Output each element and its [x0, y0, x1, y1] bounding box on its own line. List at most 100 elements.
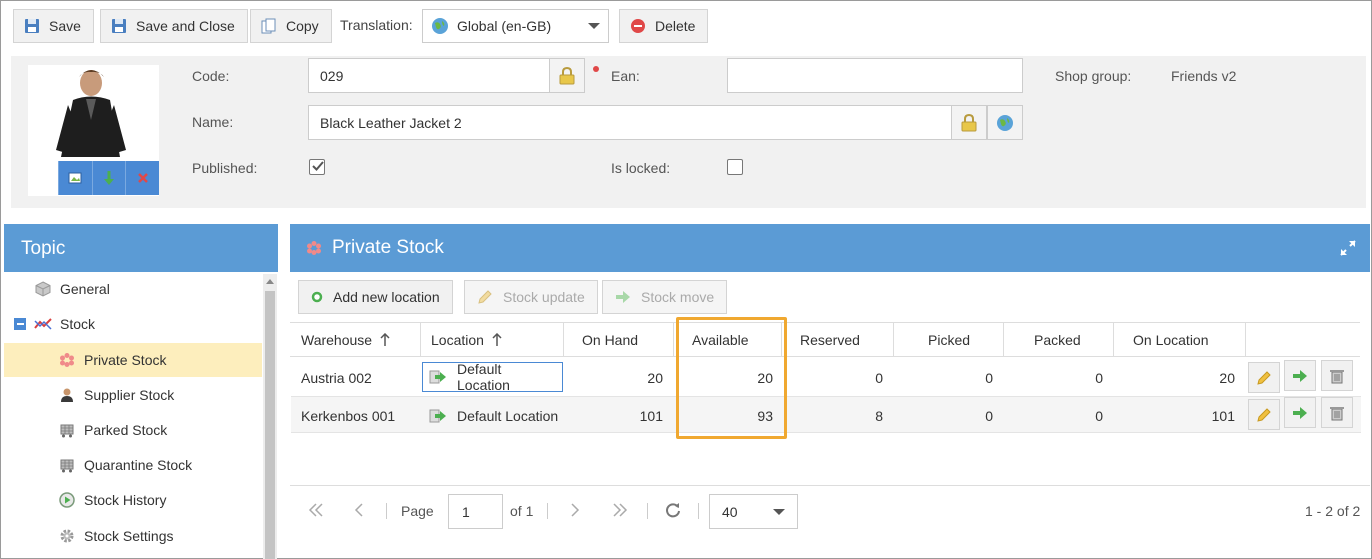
column-header-on-hand[interactable]: On Hand	[564, 322, 674, 357]
name-label: Name:	[192, 114, 234, 130]
pencil-icon	[1256, 370, 1272, 386]
topic-item-label: Stock	[60, 316, 96, 332]
cart-icon	[58, 422, 76, 438]
delete-row-button[interactable]	[1321, 360, 1353, 391]
stock-update-label: Stock update	[503, 289, 585, 305]
prev-page-icon[interactable]	[353, 502, 365, 518]
checkmark-icon	[311, 159, 325, 173]
copy-icon	[261, 18, 277, 34]
column-header-reserved[interactable]: Reserved	[782, 322, 894, 357]
stock-move-button[interactable]: Stock move	[602, 280, 728, 314]
sort-arrow-icon	[380, 332, 390, 347]
arrow-right-icon	[1292, 406, 1308, 420]
cell-packed: 0	[1095, 369, 1103, 386]
page-number-input[interactable]: 1	[448, 494, 503, 529]
topic-item-parked-stock[interactable]: Parked Stock	[4, 413, 262, 447]
topic-item-private-stock[interactable]: Private Stock	[4, 343, 262, 377]
name-translate-button[interactable]	[987, 105, 1023, 140]
column-header-packed[interactable]: Packed	[1004, 322, 1114, 357]
move-row-button[interactable]	[1284, 397, 1316, 428]
topic-item-label: Quarantine Stock	[84, 457, 193, 473]
column-header-picked[interactable]: Picked	[894, 322, 1004, 357]
move-row-button[interactable]	[1284, 360, 1316, 391]
name-input[interactable]: Black Leather Jacket 2	[308, 105, 953, 140]
refresh-icon[interactable]	[664, 501, 682, 519]
topic-item-stock-history[interactable]: Stock History	[4, 483, 262, 517]
collapse-icon[interactable]	[14, 318, 26, 330]
topic-scrollbar[interactable]	[263, 274, 277, 559]
topic-item-stock[interactable]: Stock	[4, 307, 262, 341]
copy-button[interactable]: Copy	[250, 9, 332, 43]
code-lock-button[interactable]	[549, 58, 585, 93]
edit-row-button[interactable]	[1248, 362, 1280, 393]
first-page-icon[interactable]	[308, 502, 324, 518]
topic-item-supplier-stock[interactable]: Supplier Stock	[4, 378, 262, 412]
download-image-button[interactable]	[91, 161, 126, 195]
globe-icon	[996, 114, 1014, 132]
divider	[386, 503, 387, 519]
trash-icon	[1329, 368, 1345, 384]
cell-warehouse: Kerkenbos 001	[301, 407, 396, 424]
column-header-on-location[interactable]: On Location	[1114, 322, 1246, 357]
divider	[647, 503, 648, 519]
name-lock-button[interactable]	[951, 105, 987, 140]
topic-item-stock-settings[interactable]: Stock Settings	[4, 519, 262, 553]
cell-picked: 0	[985, 369, 993, 386]
sort-arrow-icon	[492, 332, 502, 347]
page-size-select[interactable]: 40	[709, 494, 798, 529]
cell-on-location: 101	[1211, 407, 1235, 424]
page-size-value: 40	[722, 503, 738, 520]
pencil-icon	[1256, 407, 1272, 423]
cell-packed: 0	[1095, 407, 1103, 424]
ean-label: Ean:	[611, 68, 640, 84]
location-move-icon	[429, 370, 447, 384]
cell-reserved: 8	[875, 407, 883, 424]
scrollbar-thumb[interactable]	[265, 291, 275, 559]
remove-image-button[interactable]	[125, 161, 160, 195]
save-button[interactable]: Save	[13, 9, 94, 43]
cell-on-location: 20	[1219, 369, 1235, 386]
gear-icon	[58, 528, 76, 544]
topic-item-label: Stock Settings	[84, 528, 174, 544]
lock-icon	[961, 113, 977, 132]
location-cell[interactable]: Default Location	[422, 397, 558, 434]
supplier-icon	[58, 387, 76, 403]
topic-item-label: Private Stock	[84, 352, 167, 368]
ean-input[interactable]	[727, 58, 1023, 93]
cart-icon	[58, 457, 76, 473]
location-move-icon	[429, 409, 447, 423]
topic-item-general[interactable]: General	[4, 272, 262, 306]
arrow-down-icon	[102, 170, 116, 186]
last-page-icon[interactable]	[612, 502, 628, 518]
topic-header: Topic	[4, 224, 278, 272]
translation-select[interactable]: Global (en-GB)	[422, 9, 609, 43]
save-and-close-button[interactable]: Save and Close	[100, 9, 248, 43]
topic-item-quarantine-stock[interactable]: Quarantine Stock	[4, 448, 262, 482]
required-indicator	[593, 66, 599, 72]
scroll-up-icon[interactable]	[266, 279, 274, 284]
expand-icon[interactable]	[1339, 239, 1357, 257]
code-input[interactable]: 029	[308, 58, 551, 93]
save-and-close-label: Save and Close	[136, 18, 235, 34]
arrow-right-icon	[615, 290, 631, 304]
add-new-location-button[interactable]: Add new location	[298, 280, 453, 314]
topic-item-label: Stock History	[84, 492, 167, 508]
panel-title: Private Stock	[332, 237, 444, 258]
is-locked-checkbox[interactable]	[727, 159, 743, 175]
photo-actions	[58, 161, 160, 195]
topic-item-label: General	[60, 281, 110, 297]
shop-group-value: Friends v2	[1171, 68, 1237, 84]
pager-summary: 1 - 2 of 2	[1305, 503, 1361, 519]
edit-row-button[interactable]	[1248, 399, 1280, 430]
location-value: Default Location	[457, 361, 510, 393]
cell-picked: 0	[985, 407, 993, 424]
upload-image-button[interactable]	[58, 161, 92, 195]
next-page-icon[interactable]	[569, 502, 581, 518]
delete-button[interactable]: Delete	[619, 9, 709, 43]
published-checkbox[interactable]	[309, 159, 325, 175]
delete-row-button[interactable]	[1321, 397, 1353, 428]
column-header-location[interactable]: Location	[421, 322, 564, 357]
location-cell[interactable]: Default Location	[422, 361, 563, 393]
stock-update-button[interactable]: Stock update	[464, 280, 598, 314]
column-header-warehouse[interactable]: Warehouse	[291, 322, 421, 357]
